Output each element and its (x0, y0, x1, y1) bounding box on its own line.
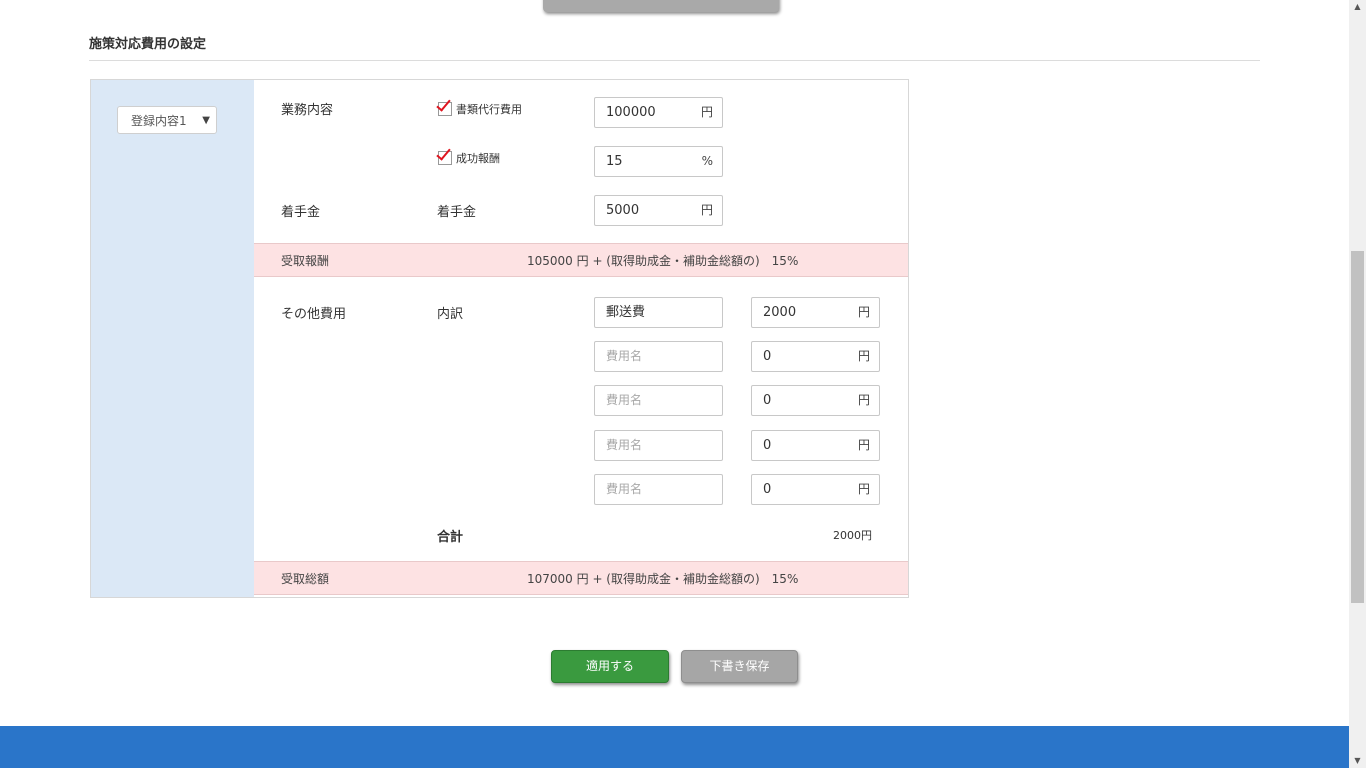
success-fee-checkbox[interactable] (436, 145, 452, 165)
cost-name-input-2[interactable]: 費用名 (594, 341, 723, 372)
doc-fee-input[interactable]: 100000 円 (594, 97, 723, 128)
scroll-down-icon[interactable]: ▼ (1349, 754, 1366, 768)
chevron-down-icon: ▼ (202, 115, 210, 126)
cost-amount-unit: 円 (857, 349, 870, 363)
cost-name-input-3[interactable]: 費用名 (594, 385, 723, 416)
total-label: 合計 (437, 530, 464, 545)
section-divider (89, 60, 1260, 61)
cost-amount-value: 0 (763, 438, 772, 453)
success-fee-label: 成功報酬 (456, 152, 500, 165)
cost-amount-input-3[interactable]: 0 円 (751, 385, 880, 416)
retainer-unit: 円 (700, 203, 713, 217)
scrollbar-thumb[interactable] (1351, 251, 1364, 603)
work-content-label: 業務内容 (281, 103, 334, 118)
success-fee-unit: % (701, 154, 713, 168)
scroll-up-icon[interactable]: ▲ (1349, 0, 1366, 14)
doc-fee-value: 100000 (606, 105, 656, 120)
success-fee-input[interactable]: 15 % (594, 146, 723, 177)
cost-amount-unit: 円 (857, 393, 870, 407)
total-receipt-summary: 受取総額 107000 円 + (取得助成金・補助金総額の) 15% (254, 561, 908, 595)
save-draft-button[interactable]: 下書き保存 (681, 650, 798, 683)
breakdown-label: 内訳 (437, 307, 464, 322)
success-fee-value: 15 (606, 154, 623, 169)
checkmark-icon (436, 96, 451, 112)
sidebar: 登録内容1 ▼ (91, 80, 254, 597)
cost-amount-unit: 円 (857, 438, 870, 452)
cost-name-input-4[interactable]: 費用名 (594, 430, 723, 461)
total-value: 2000円 (833, 529, 872, 542)
other-cost-label: その他費用 (281, 307, 347, 322)
top-button-partial[interactable] (543, 0, 779, 12)
apply-button[interactable]: 適用する (551, 650, 669, 683)
cost-amount-input-1[interactable]: 2000 円 (751, 297, 880, 328)
cost-name-value: 郵送費 (606, 305, 646, 320)
cost-amount-unit: 円 (857, 482, 870, 496)
cost-amount-input-4[interactable]: 0 円 (751, 430, 880, 461)
footer (0, 726, 1349, 768)
retainer-value: 5000 (606, 203, 640, 218)
retainer-sublabel: 着手金 (437, 205, 477, 220)
registration-select[interactable]: 登録内容1 ▼ (117, 106, 217, 134)
receipt-value: 105000 円 + (取得助成金・補助金総額の) 15% (527, 254, 799, 268)
checkmark-icon (436, 145, 451, 161)
cost-name-placeholder: 費用名 (606, 438, 643, 452)
cost-amount-input-2[interactable]: 0 円 (751, 341, 880, 372)
cost-name-input-1[interactable]: 郵送費 (594, 297, 723, 328)
total-receipt-value: 107000 円 + (取得助成金・補助金総額の) 15% (527, 572, 799, 586)
registration-select-value: 登録内容1 (131, 114, 187, 128)
cost-name-placeholder: 費用名 (606, 393, 643, 407)
cost-amount-value: 0 (763, 393, 772, 408)
total-receipt-label: 受取総額 (281, 572, 330, 586)
cost-amount-value: 0 (763, 349, 772, 364)
retainer-label: 着手金 (281, 205, 321, 220)
cost-amount-value: 0 (763, 482, 772, 497)
cost-name-placeholder: 費用名 (606, 349, 643, 363)
cost-name-input-5[interactable]: 費用名 (594, 474, 723, 505)
doc-fee-checkbox[interactable] (436, 96, 452, 116)
retainer-input[interactable]: 5000 円 (594, 195, 723, 226)
cost-name-placeholder: 費用名 (606, 482, 643, 496)
doc-fee-label: 書類代行費用 (456, 103, 522, 116)
receipt-summary: 受取報酬 105000 円 + (取得助成金・補助金総額の) 15% (254, 243, 908, 277)
section-title: 施策対応費用の設定 (89, 37, 207, 52)
vertical-scrollbar[interactable]: ▲ ▼ (1349, 0, 1366, 768)
cost-amount-input-5[interactable]: 0 円 (751, 474, 880, 505)
receipt-label: 受取報酬 (281, 254, 330, 268)
cost-amount-unit: 円 (857, 305, 870, 319)
cost-amount-value: 2000 (763, 305, 797, 320)
fee-settings-panel: 登録内容1 ▼ 業務内容 書類代行費用 100000 円 成功報酬 15 % 着… (90, 79, 909, 598)
doc-fee-unit: 円 (700, 105, 713, 119)
